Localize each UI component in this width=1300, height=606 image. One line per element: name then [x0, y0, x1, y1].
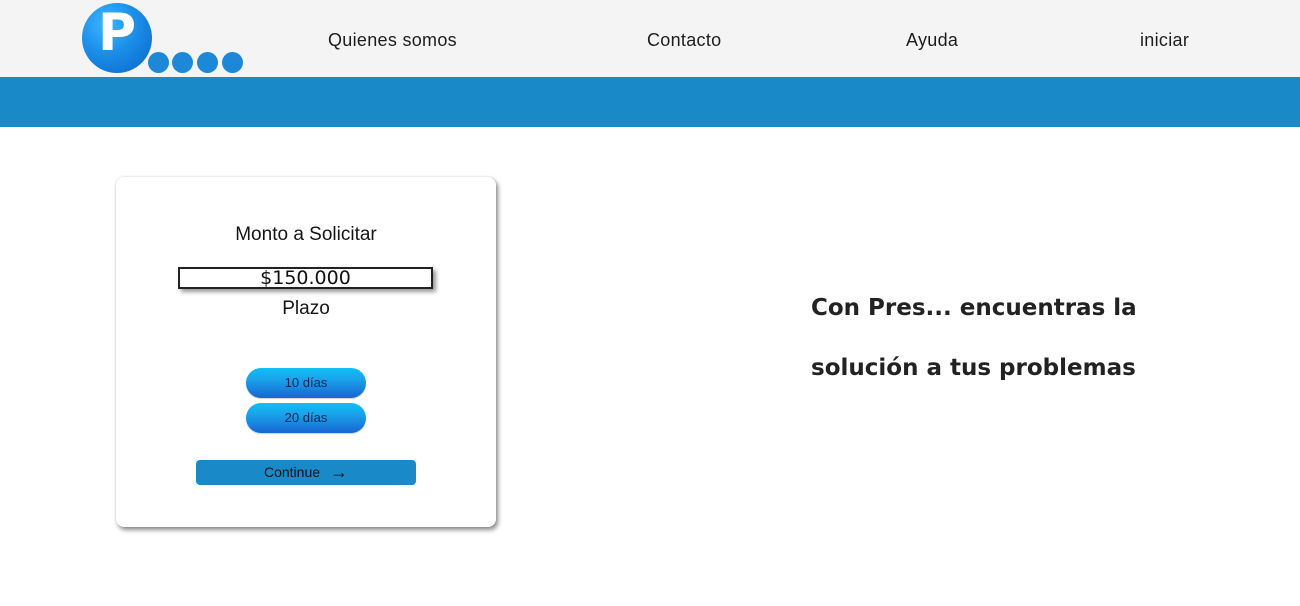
top-header: P Quienes somos Contacto Ayuda iniciar	[0, 0, 1300, 77]
term-heading: Plazo	[282, 298, 330, 319]
term-20-days-button[interactable]: 20 días	[246, 403, 366, 433]
tagline: Con Pres... encuentras la solución a tus…	[811, 278, 1191, 398]
logo-p-badge: P	[82, 3, 152, 73]
logo[interactable]: P	[82, 3, 252, 75]
logo-dot	[222, 52, 243, 73]
nav-link-contacto[interactable]: Contacto	[647, 30, 721, 51]
continue-button[interactable]: Continue →	[196, 460, 416, 485]
logo-dot	[148, 52, 169, 73]
logo-dot	[172, 52, 193, 73]
logo-dot	[197, 52, 218, 73]
loan-request-card: Monto a Solicitar $150.000 Plazo 10 días…	[116, 177, 496, 527]
tagline-line-2: solución a tus problemas	[811, 355, 1136, 381]
nav-link-quienes-somos[interactable]: Quienes somos	[328, 30, 457, 51]
nav-link-iniciar[interactable]: iniciar	[1140, 30, 1189, 51]
amount-heading: Monto a Solicitar	[235, 224, 377, 245]
arrow-right-icon: →	[330, 462, 349, 482]
tagline-line-1: Con Pres... encuentras la	[811, 295, 1137, 321]
nav-link-ayuda[interactable]: Ayuda	[906, 30, 958, 51]
continue-label: Continue	[263, 464, 321, 480]
term-10-days-button[interactable]: 10 días	[246, 368, 366, 398]
blue-banner	[0, 77, 1300, 127]
amount-input[interactable]: $150.000	[178, 267, 433, 289]
